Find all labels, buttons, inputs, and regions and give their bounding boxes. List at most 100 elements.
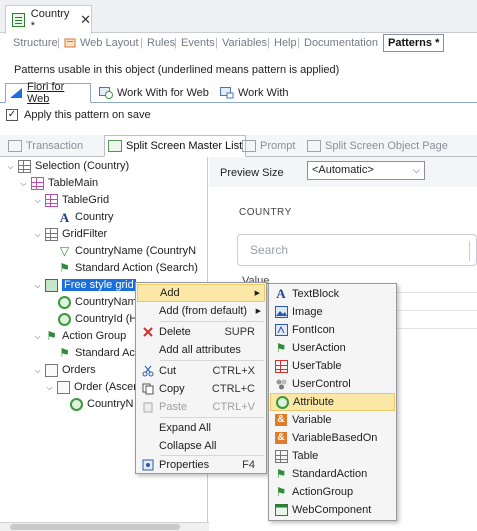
attribute-icon — [58, 295, 71, 309]
submenu-item-actiongroup[interactable]: ⚑ ActionGroup — [270, 483, 395, 501]
tab-label: Split Screen Master List — [126, 140, 243, 152]
transaction-icon — [12, 13, 25, 27]
part-variables[interactable]: Variables — [218, 35, 271, 51]
menu-item-add-all-attributes[interactable]: Add all attributes — [137, 341, 265, 359]
part-separator: | — [57, 37, 60, 49]
document-tab-title: Country * — [30, 8, 70, 32]
close-icon[interactable]: ✕ — [80, 12, 91, 28]
collapse-icon[interactable]: ⌵ — [45, 383, 54, 392]
scissors-icon — [137, 362, 159, 380]
tab-work-with-for-web[interactable]: Work With for Web — [96, 83, 212, 103]
part-patterns[interactable]: Patterns * — [383, 34, 445, 52]
tree-node-selection[interactable]: ⌵ Selection (Country) — [6, 157, 129, 175]
menu-item-expand-all[interactable]: Expand All — [137, 419, 265, 437]
tree-node-label: CountryN — [87, 398, 134, 410]
tree-node-grid-filter[interactable]: ⌵ GridFilter — [33, 225, 107, 243]
menu-item-paste[interactable]: Paste CTRL+V — [137, 398, 265, 416]
collapse-icon[interactable]: ⌵ — [33, 230, 42, 239]
apply-on-save[interactable]: ✓ Apply this pattern on save — [6, 109, 151, 121]
tree-node-table-main[interactable]: ⌵ TableMain — [19, 174, 98, 192]
tree-node-standard-action[interactable]: ⚑ Standard Action (Search) — [58, 259, 198, 277]
collapse-icon[interactable]: ⌵ — [19, 179, 28, 188]
part-structure[interactable]: Structure — [9, 35, 62, 51]
submenu-item-attribute[interactable]: Attribute — [270, 393, 395, 411]
tree-node-country[interactable]: A Country — [58, 208, 114, 226]
selection-icon — [18, 159, 31, 173]
tab-fiori-for-web[interactable]: Fiori for Web — [5, 81, 91, 105]
add-submenu: A TextBlock Image FontIcon ⚑ UserAction … — [268, 283, 397, 521]
tab-prompt[interactable]: Prompt — [239, 135, 298, 157]
web-layout-icon — [64, 37, 76, 49]
document-tab[interactable]: Country * ✕ — [5, 5, 92, 34]
submenu-item-usertable[interactable]: UserTable — [270, 357, 395, 375]
menu-item-collapse-all[interactable]: Collapse All — [137, 437, 265, 455]
tree-node-country-id[interactable]: CountryId (H — [58, 310, 137, 328]
tab-label: Work With for Web — [117, 87, 209, 99]
tab-transaction[interactable]: Transaction — [5, 135, 86, 157]
tree-node-label: CountryNam — [75, 296, 137, 308]
tab-work-with[interactable]: Work With — [217, 83, 292, 103]
collapse-icon[interactable]: ⌵ — [33, 196, 42, 205]
tree-node-order[interactable]: ⌵ Order (Ascen — [45, 378, 139, 396]
submenu-item-variable[interactable]: & Variable — [270, 411, 395, 429]
tree-node-country-n[interactable]: CountryN — [70, 395, 133, 413]
submenu-item-table[interactable]: Table — [270, 447, 395, 465]
tree-node-standard-ac[interactable]: ⚑ Standard Ac — [58, 344, 135, 362]
submenu-item-useraction[interactable]: ⚑ UserAction — [270, 339, 395, 357]
submenu-arrow-icon: ▶ — [254, 290, 260, 297]
free-style-grid-icon — [45, 278, 58, 292]
properties-icon — [137, 456, 159, 474]
collapse-icon[interactable]: ⌵ — [33, 281, 42, 290]
work-with-icon — [220, 87, 234, 99]
work-with-icon — [99, 87, 113, 99]
submenu-item-standardaction[interactable]: ⚑ StandardAction — [270, 465, 395, 483]
fiori-icon — [9, 87, 23, 99]
tree-node-label: Standard Action (Search) — [75, 262, 198, 274]
submenu-item-textblock[interactable]: A TextBlock — [270, 285, 395, 303]
delete-icon — [137, 323, 159, 341]
submenu-arrow-icon: ▶ — [255, 308, 261, 315]
part-documentation[interactable]: Documentation — [300, 35, 382, 51]
pattern-instance-tabs: Transaction Split Screen Master List Pro… — [0, 135, 477, 157]
paste-icon — [137, 398, 159, 416]
submenu-item-usercontrol[interactable]: UserControl — [270, 375, 395, 393]
submenu-item-variablebasedon[interactable]: & VariableBasedOn — [270, 429, 395, 447]
part-web-layout[interactable]: Web Layout — [76, 35, 143, 51]
tab-split-screen-master-list[interactable]: Split Screen Master List — [104, 135, 247, 157]
collapse-icon[interactable]: ⌵ — [6, 162, 15, 171]
image-icon — [270, 303, 292, 321]
menu-item-delete[interactable]: Delete SUPR — [137, 323, 265, 341]
submenu-item-webcomponent[interactable]: WebComponent — [270, 501, 395, 519]
tree-horizontal-scrollbar[interactable] — [0, 522, 209, 531]
collapse-icon[interactable]: ⌵ — [33, 332, 42, 341]
apply-checkbox[interactable]: ✓ — [6, 109, 18, 121]
search-input[interactable]: Search — [237, 234, 477, 266]
tree-node-country-nam[interactable]: CountryNam — [58, 293, 137, 311]
submenu-item-image[interactable]: Image — [270, 303, 395, 321]
menu-item-cut[interactable]: Cut CTRL+X — [137, 362, 265, 380]
tree-node-action-group[interactable]: ⌵ ⚑ Action Group — [33, 327, 126, 345]
tree-node-label: Free style grid — [62, 279, 136, 291]
menu-item-copy[interactable]: Copy CTRL+C — [137, 380, 265, 398]
preview-size-select[interactable]: <Automatic> ⌵ — [307, 161, 425, 180]
tree-node-label: Orders — [62, 364, 96, 376]
tree-node-orders[interactable]: ⌵ Orders — [33, 361, 96, 379]
variable-icon: & — [270, 411, 292, 429]
submenu-item-fonticon[interactable]: FontIcon — [270, 321, 395, 339]
tree-node-free-style-grid[interactable]: ⌵ Free style grid — [33, 276, 136, 294]
tab-split-screen-object-page[interactable]: Split Screen Object Page — [304, 135, 451, 157]
table-icon — [270, 447, 292, 465]
scrollbar-thumb[interactable] — [10, 524, 180, 530]
attribute-icon — [58, 312, 71, 326]
tree-node-country-name[interactable]: ▽ CountryName (CountryN — [58, 242, 196, 260]
menu-item-properties[interactable]: Properties F4 — [137, 456, 265, 474]
flag-icon: ⚑ — [59, 260, 70, 275]
attribute-icon — [70, 397, 83, 411]
collapse-icon[interactable]: ⌵ — [33, 366, 42, 375]
menu-item-add-from-default[interactable]: Add (from default) ▶ — [137, 302, 265, 320]
tree-node-label: Country — [75, 211, 114, 223]
tab-label: Transaction — [26, 140, 84, 152]
part-events[interactable]: Events — [177, 35, 219, 51]
tree-node-table-grid[interactable]: ⌵ TableGrid — [33, 191, 109, 209]
menu-item-add[interactable]: Add ▶ — [137, 284, 265, 302]
